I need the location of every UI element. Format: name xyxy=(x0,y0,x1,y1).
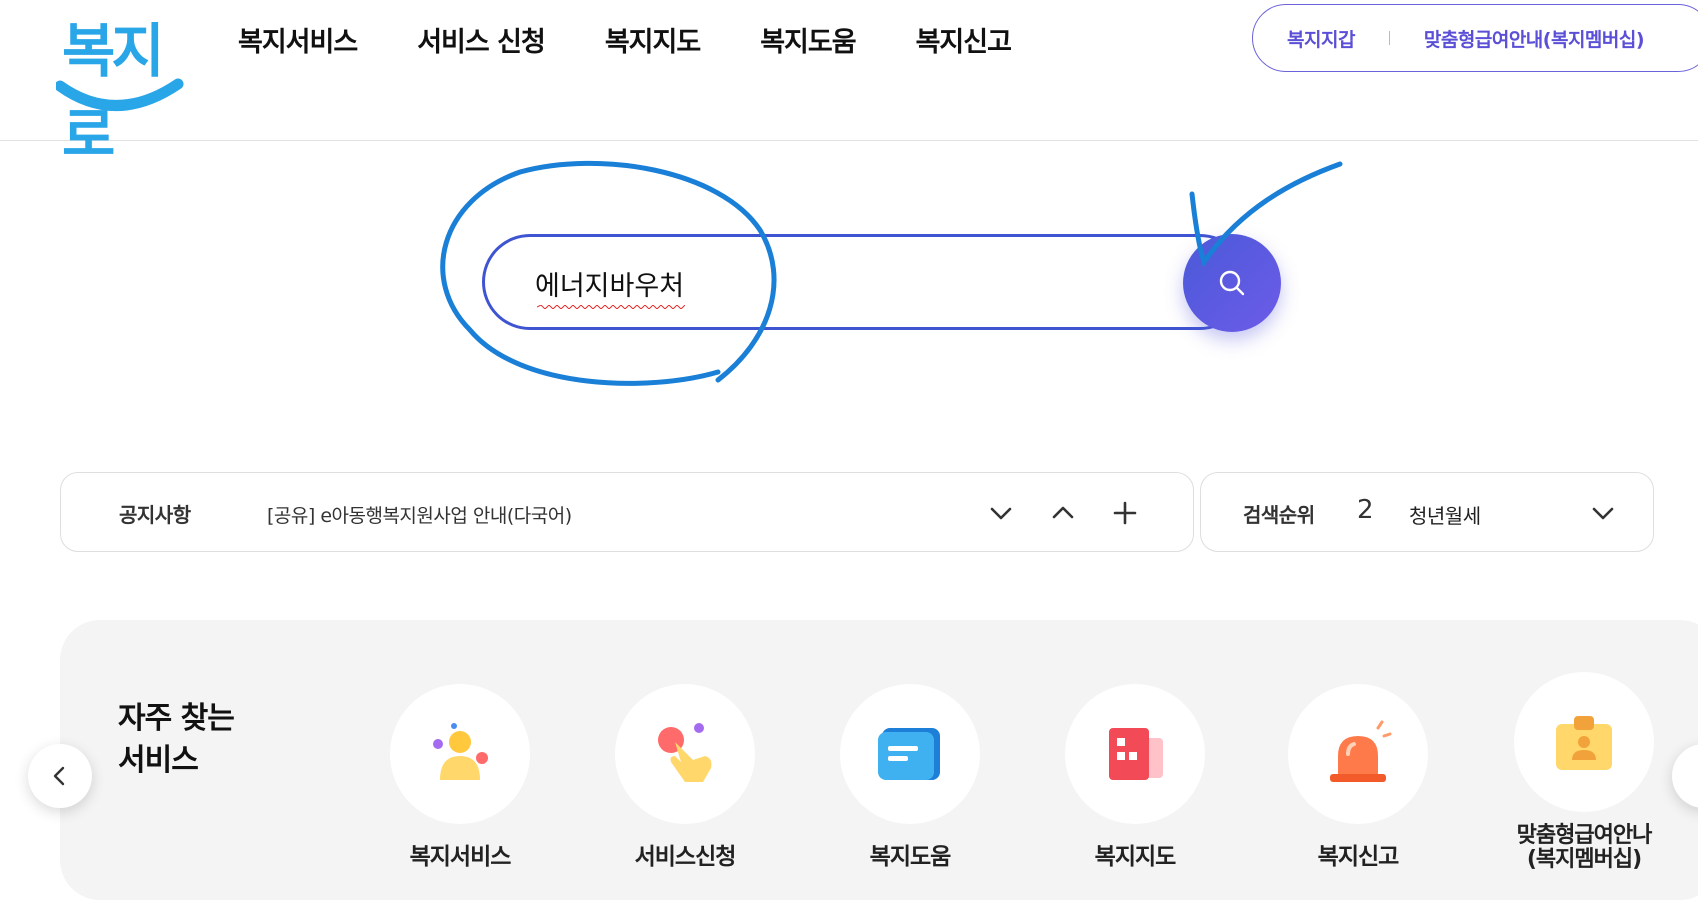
service-icon-circle xyxy=(1288,684,1428,824)
service-icon-circle xyxy=(1514,672,1654,812)
service-welfare-map[interactable]: 복지지도 xyxy=(1065,684,1205,870)
ranking-label: 검색순위 xyxy=(1243,503,1315,527)
site-logo[interactable]: 복지로 xyxy=(56,0,186,169)
chat-icon xyxy=(878,728,940,780)
service-service-apply[interactable]: 서비스신청 xyxy=(615,684,755,870)
carousel-prev-button[interactable] xyxy=(28,744,92,808)
service-icon-circle xyxy=(615,684,755,824)
nav-welfare-map[interactable]: 복지지도 xyxy=(605,20,701,59)
util-divider xyxy=(1388,31,1390,45)
id-card-icon xyxy=(1556,716,1612,770)
service-icon-circle xyxy=(1065,684,1205,824)
notice-bar: 공지사항 [공유] e아동행복지원사업 안내(다국어) xyxy=(60,472,1194,552)
siren-icon xyxy=(1330,720,1392,782)
search-button[interactable] xyxy=(1183,234,1281,332)
chevron-left-icon xyxy=(53,766,65,786)
chevron-right-icon xyxy=(1692,764,1698,788)
notice-label: 공지사항 xyxy=(119,503,191,527)
util-link-membership[interactable]: 맞춤형급여안내(복지멤버십) xyxy=(1424,25,1645,52)
map-icon xyxy=(1109,728,1163,780)
main-nav: 복지서비스 서비스 신청 복지지도 복지도움 복지신고 xyxy=(238,20,1071,59)
ranking-keyword[interactable]: 청년월세 xyxy=(1409,500,1481,529)
chevron-down-icon[interactable] xyxy=(985,497,1017,529)
chevron-down-icon[interactable] xyxy=(1587,497,1619,529)
logo-smile-icon xyxy=(56,78,184,111)
frequent-services-title: 자주 찾는 서비스 xyxy=(118,698,235,782)
service-icon-circle xyxy=(840,684,980,824)
nav-welfare-help[interactable]: 복지도움 xyxy=(760,20,856,59)
service-label: 복지지도 xyxy=(1094,844,1177,870)
person-icon xyxy=(433,723,488,780)
frequent-title-line2: 서비스 xyxy=(118,743,199,778)
service-icon-circle xyxy=(390,684,530,824)
hand-pointer-icon xyxy=(658,723,712,782)
service-label: 복지신고 xyxy=(1317,844,1400,870)
util-link-wallet[interactable]: 복지지갑 xyxy=(1287,25,1355,52)
site-header: 복지로 복지서비스 서비스 신청 복지지도 복지도움 복지신고 복지지갑 맞춤형… xyxy=(0,0,1698,169)
frequent-services-panel: 자주 찾는 서비스 복지서비스 서비스신청 복지도움 복지지도 복지신고 맞춤형… xyxy=(60,620,1698,900)
plus-icon[interactable] xyxy=(1109,497,1141,529)
service-label: 복지도움 xyxy=(869,844,952,870)
spellcheck-underline xyxy=(537,305,685,309)
search-input[interactable] xyxy=(535,261,1095,305)
service-label: 맞춤형급여안나 (복지멤버십) xyxy=(1516,823,1653,872)
service-welfare-report[interactable]: 복지신고 xyxy=(1288,684,1428,870)
ranking-number: 2 xyxy=(1357,495,1374,525)
service-label: 서비스신청 xyxy=(634,844,737,870)
chevron-up-icon[interactable] xyxy=(1047,497,1079,529)
service-label: 복지서비스 xyxy=(409,844,512,870)
search-ranking-bar: 검색순위 2 청년월세 xyxy=(1200,472,1654,552)
nav-service-apply[interactable]: 서비스 신청 xyxy=(417,20,546,59)
service-welfare-service[interactable]: 복지서비스 xyxy=(390,684,530,870)
notice-item[interactable]: [공유] e아동행복지원사업 안내(다국어) xyxy=(267,501,572,528)
nav-welfare-service[interactable]: 복지서비스 xyxy=(238,20,358,59)
utility-links: 복지지갑 맞춤형급여안내(복지멤버십) xyxy=(1252,4,1698,72)
service-welfare-help[interactable]: 복지도움 xyxy=(840,684,980,870)
search-icon xyxy=(1219,270,1245,296)
service-membership[interactable]: 맞춤형급여안나 (복지멤버십) xyxy=(1514,672,1654,872)
frequent-title-line1: 자주 찾는 xyxy=(118,701,235,736)
nav-welfare-report[interactable]: 복지신고 xyxy=(916,20,1012,59)
search-box xyxy=(482,234,1248,330)
